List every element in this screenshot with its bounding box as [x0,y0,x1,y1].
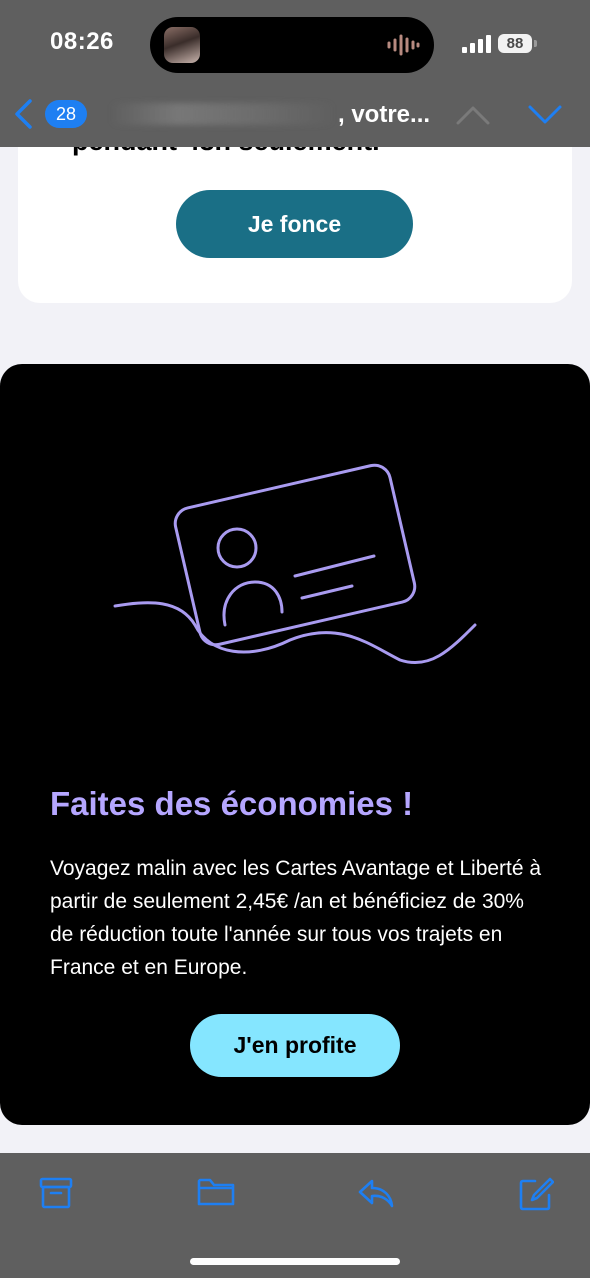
back-chevron-icon[interactable] [12,98,34,130]
mail-header: 08:26 88 28 , votre... [0,0,590,147]
promo-title: Faites des économies ! [50,785,414,822]
audio-wave-icon [387,34,420,56]
unread-count-badge[interactable]: 28 [45,100,87,128]
archive-icon[interactable] [39,1176,73,1210]
compose-icon[interactable] [518,1176,554,1212]
folder-icon[interactable] [197,1176,235,1208]
redacted-subject [110,103,335,125]
email-subject: , votre... [338,101,431,128]
j-en-profite-button[interactable]: J'en profite [190,1014,400,1077]
previous-email-chevron-up-icon[interactable] [455,102,491,128]
reply-icon[interactable] [357,1176,395,1210]
home-indicator [190,1258,400,1265]
battery-indicator: 88 [498,34,532,53]
dynamic-island[interactable] [150,17,434,73]
now-playing-avatar [164,27,200,63]
cellular-signal-icon [462,35,491,53]
next-email-chevron-down-icon[interactable] [527,102,563,128]
status-time: 08:26 [50,28,114,55]
id-card-icon [113,463,477,665]
je-fonce-button[interactable]: Je fonce [176,190,413,258]
promo-body: Voyagez malin avec les Cartes Avantage e… [50,857,542,979]
battery-tip [534,40,537,47]
